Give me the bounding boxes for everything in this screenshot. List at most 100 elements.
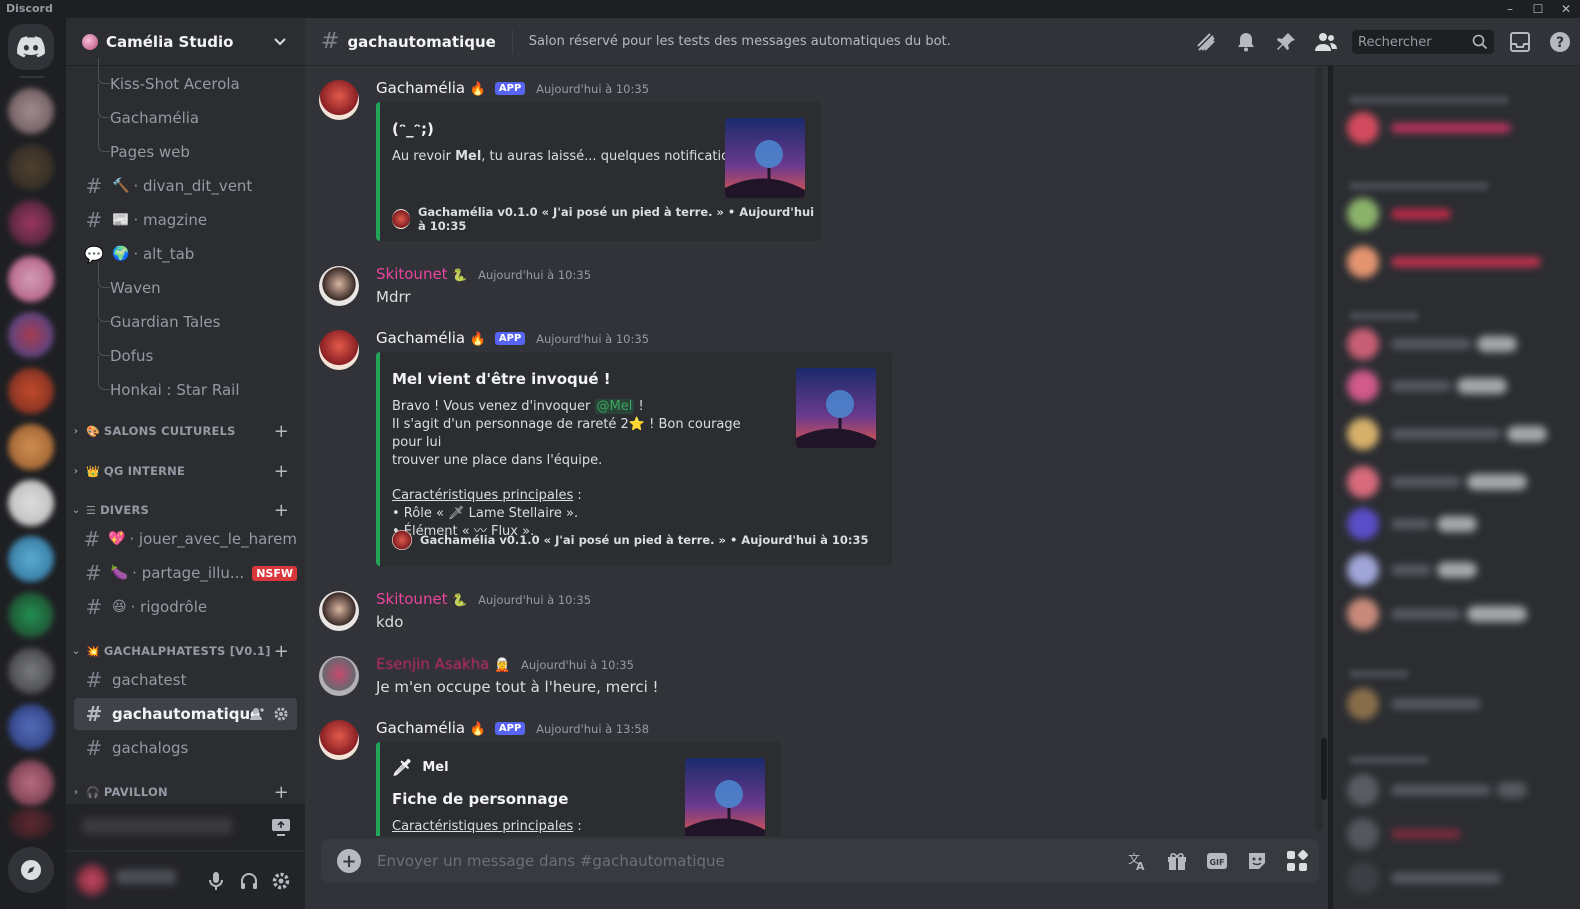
channel-item-rigodrole[interactable]: # 😆 · rigodrôle xyxy=(74,591,297,623)
server-icon[interactable] xyxy=(8,808,54,838)
screen-share-icon[interactable] xyxy=(271,818,291,836)
avatar[interactable] xyxy=(319,266,359,306)
server-icon[interactable] xyxy=(8,704,54,750)
add-channel-icon[interactable]: + xyxy=(274,782,289,803)
category-qg-interne[interactable]: › 👑 QG INTERNE + xyxy=(68,459,299,483)
server-icon[interactable] xyxy=(8,200,54,246)
avatar[interactable] xyxy=(319,720,359,760)
translate-icon[interactable]: 文A xyxy=(1117,839,1157,883)
channel-item-gachautomatique[interactable]: # gachautomatique xyxy=(74,698,297,730)
member-item[interactable] xyxy=(1347,466,1527,498)
gear-icon[interactable] xyxy=(273,706,289,722)
user-mention[interactable]: @Mel xyxy=(594,399,635,414)
message-composer[interactable]: + Envoyer un message dans #gachautomatiq… xyxy=(321,839,1317,883)
member-item[interactable] xyxy=(1347,246,1541,278)
author-name[interactable]: Esenjin Asakha xyxy=(376,655,489,673)
help-button[interactable]: ? xyxy=(1540,18,1580,66)
server-icon[interactable] xyxy=(8,144,54,190)
gif-icon[interactable]: GIF xyxy=(1197,839,1237,883)
member-item[interactable] xyxy=(1347,370,1507,402)
channel-item-divan-dit-vent[interactable]: # 🔨 · divan_dit_vent xyxy=(74,170,297,202)
channel-item-gachatest[interactable]: # gachatest xyxy=(74,664,297,696)
minimize-icon[interactable]: – xyxy=(1496,0,1524,18)
author-name[interactable]: Skitounet xyxy=(376,590,448,608)
avatar[interactable] xyxy=(76,864,108,896)
category-pavillon[interactable]: › 🎧 PAVILLON + xyxy=(68,780,299,804)
member-item[interactable] xyxy=(1347,328,1517,360)
server-icon[interactable] xyxy=(8,592,54,638)
server-icon[interactable] xyxy=(8,760,54,806)
member-item[interactable] xyxy=(1347,508,1477,540)
inbox-button[interactable] xyxy=(1500,18,1540,66)
thread-label: Kiss-Shot Acerola xyxy=(110,75,240,93)
embed-thumbnail[interactable] xyxy=(685,758,765,836)
server-icon[interactable] xyxy=(8,368,54,414)
channel-item-partage-illu[interactable]: # 🍆 · partage_illu... NSFW xyxy=(74,557,297,589)
add-channel-icon[interactable]: + xyxy=(274,421,289,442)
server-icon[interactable] xyxy=(8,312,54,358)
server-rail xyxy=(0,18,64,909)
notifications-button[interactable] xyxy=(1226,18,1266,66)
scrollbar-thumb[interactable] xyxy=(1321,738,1327,800)
server-icon[interactable] xyxy=(8,536,54,582)
search-input[interactable]: Rechercher xyxy=(1352,30,1494,54)
member-item[interactable] xyxy=(1347,554,1477,586)
pinned-button[interactable] xyxy=(1266,18,1306,66)
scrollbar-track[interactable] xyxy=(1315,66,1323,831)
hash-icon: # xyxy=(321,29,340,54)
category-divers[interactable]: ⌄ ☰ DIVERS + xyxy=(68,498,299,522)
sticker-icon[interactable] xyxy=(1237,839,1277,883)
category-salons-culturels[interactable]: › 🎨 SALONS CULTURELS + xyxy=(68,419,299,443)
avatar[interactable] xyxy=(319,80,359,120)
server-icon[interactable] xyxy=(8,88,54,134)
channel-topic[interactable]: Salon réservé pour les tests des message… xyxy=(529,34,951,49)
author-name[interactable]: Gachamélia xyxy=(376,719,465,737)
add-channel-icon[interactable]: + xyxy=(274,500,289,521)
invite-icon[interactable] xyxy=(249,706,265,722)
member-item[interactable] xyxy=(1347,688,1481,720)
member-item[interactable] xyxy=(1347,862,1501,894)
member-list-button[interactable] xyxy=(1306,18,1346,66)
avatar[interactable] xyxy=(319,591,359,631)
server-icon[interactable] xyxy=(8,256,54,302)
embed-thumbnail[interactable] xyxy=(796,368,876,448)
embed-thumbnail[interactable] xyxy=(725,118,805,198)
microphone-icon[interactable] xyxy=(207,871,225,891)
author-name[interactable]: Skitounet xyxy=(376,265,448,283)
thread-item[interactable]: Pages web xyxy=(74,118,297,168)
discover-button[interactable] xyxy=(8,847,54,893)
close-icon[interactable]: ✕ xyxy=(1552,0,1580,18)
add-channel-icon[interactable]: + xyxy=(274,641,289,662)
member-item[interactable] xyxy=(1347,598,1527,630)
pin-icon xyxy=(1277,33,1295,50)
channel-item-magzine[interactable]: # 📰 · magzine xyxy=(74,204,297,236)
activity-bar[interactable] xyxy=(66,804,305,850)
author-name[interactable]: Gachamélia xyxy=(376,329,465,347)
maximize-icon[interactable]: ☐ xyxy=(1524,0,1552,18)
member-item[interactable] xyxy=(1347,112,1511,144)
server-icon[interactable] xyxy=(8,648,54,694)
home-button[interactable] xyxy=(8,24,54,70)
thread-item[interactable]: Honkai : Star Rail xyxy=(74,356,297,406)
member-item[interactable] xyxy=(1347,198,1451,230)
member-item[interactable] xyxy=(1347,418,1547,450)
threads-button[interactable] xyxy=(1186,18,1226,66)
upload-plus-icon[interactable]: + xyxy=(337,849,361,873)
thread-label: Waven xyxy=(110,279,161,297)
member-item[interactable] xyxy=(1347,774,1527,806)
add-channel-icon[interactable]: + xyxy=(274,461,289,482)
channel-item-gachalogs[interactable]: # gachalogs xyxy=(74,732,297,764)
server-icon[interactable] xyxy=(8,480,54,526)
avatar[interactable] xyxy=(319,330,359,370)
channel-item-jouer-avec-le-harem[interactable]: # 💖 · jouer_avec_le_harem xyxy=(74,523,297,555)
headphones-icon[interactable] xyxy=(239,871,259,891)
category-gachalphatests[interactable]: ⌄ 💥 GACHALPHATESTS [V0.1] + xyxy=(68,639,299,663)
member-list xyxy=(1333,66,1580,909)
apps-button[interactable] xyxy=(1275,839,1319,883)
avatar[interactable] xyxy=(319,656,359,696)
settings-gear-icon[interactable] xyxy=(271,871,291,891)
author-name[interactable]: Gachamélia xyxy=(376,79,465,97)
member-item[interactable] xyxy=(1347,818,1461,850)
server-icon[interactable] xyxy=(8,424,54,470)
gift-icon[interactable] xyxy=(1157,839,1197,883)
